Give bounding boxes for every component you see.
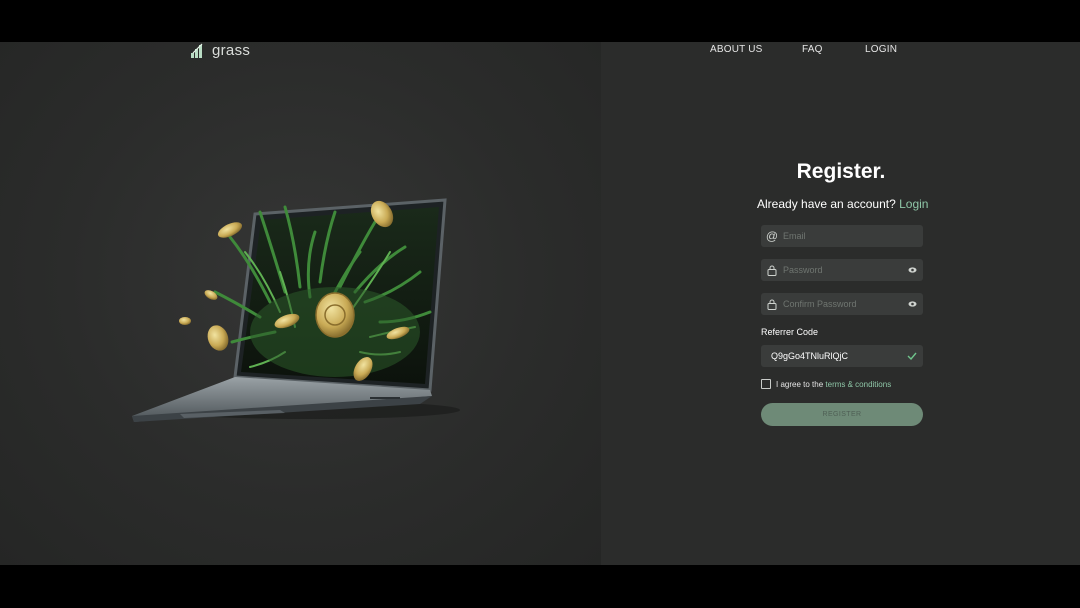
confirm-password-field[interactable]: Confirm Password (761, 293, 923, 315)
page-title: Register. (796, 160, 886, 183)
password-field[interactable]: Password (761, 259, 923, 281)
letterbox-bottom (0, 565, 1080, 608)
login-prompt: Already have an account? Login (757, 197, 928, 211)
terms-checkbox[interactable] (761, 379, 771, 389)
lock-icon (761, 299, 783, 310)
referrer-code-value: Q9gGo4TNluRlQjC (771, 351, 849, 361)
hero-pane (0, 42, 601, 565)
top-nav: ABOUT US FAQ LOGIN (0, 44, 1080, 60)
terms-link[interactable]: terms & conditions (825, 380, 891, 389)
nav-about-us[interactable]: ABOUT US (710, 44, 763, 55)
register-button[interactable]: REGISTER (761, 403, 923, 426)
confirm-password-placeholder: Confirm Password (783, 299, 857, 309)
page-stage: grass ABOUT US FAQ LOGIN Register. Alrea… (0, 42, 1080, 565)
login-prompt-text: Already have an account? (757, 197, 896, 211)
checkmark-icon (901, 352, 923, 360)
at-sign-icon: @ (765, 229, 779, 243)
referrer-code-label: Referrer Code (761, 327, 819, 337)
email-field[interactable]: @ Email (761, 225, 923, 247)
nav-faq[interactable]: FAQ (802, 44, 823, 55)
eye-icon[interactable] (901, 301, 923, 307)
terms-text: I agree to the terms & conditions (776, 380, 891, 389)
lock-icon (761, 265, 783, 276)
terms-agreement: I agree to the terms & conditions (761, 379, 891, 389)
referrer-code-field[interactable]: Q9gGo4TNluRlQjC (761, 345, 923, 367)
letterbox-top (0, 0, 1080, 42)
laptop-grass-coins-image (132, 198, 460, 422)
register-form: Register. Already have an account? Login… (757, 160, 928, 426)
email-placeholder: Email (783, 231, 806, 241)
login-link[interactable]: Login (899, 197, 928, 211)
nav-login[interactable]: LOGIN (865, 44, 897, 55)
terms-prefix: I agree to the (776, 379, 824, 389)
eye-icon[interactable] (901, 267, 923, 273)
password-placeholder: Password (783, 265, 823, 275)
hero-laptop-illustration (120, 152, 460, 422)
